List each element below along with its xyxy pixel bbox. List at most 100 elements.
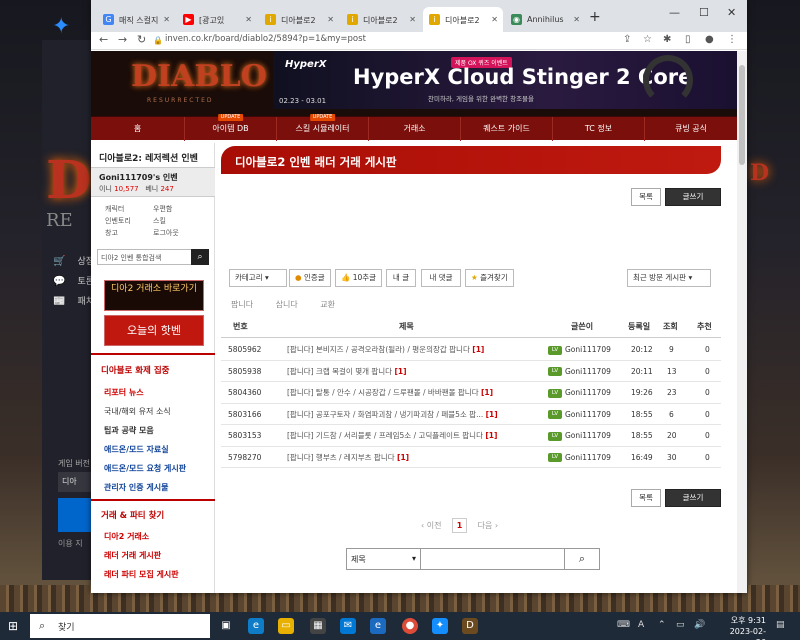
task-view-icon[interactable]: ▣ xyxy=(218,618,234,634)
forward-icon[interactable]: → xyxy=(118,33,127,46)
nav-quest-guide[interactable]: 퀘스트 가이드 xyxy=(460,117,552,141)
link-inventory[interactable]: 인벤토리 xyxy=(105,215,131,227)
new-tab-icon[interactable]: + xyxy=(589,9,601,25)
post-author[interactable]: LV Goni111709 xyxy=(548,361,611,383)
post-title[interactable]: [팝니다] 행부츠 / 레지부츠 팝니다 [1] xyxy=(287,447,543,469)
close-window-icon[interactable]: ✕ xyxy=(727,6,736,19)
sidebar-item-d2-exchange[interactable]: 디아2 거래소 xyxy=(104,531,149,542)
filter-sell[interactable]: 팝니다 xyxy=(231,300,253,309)
battlenet-icon[interactable]: ✦ xyxy=(432,618,448,634)
maximize-icon[interactable]: ☐ xyxy=(699,6,709,19)
link-character[interactable]: 캐릭터 xyxy=(105,203,131,215)
notification-icon[interactable]: ▤ xyxy=(776,620,785,630)
minimize-icon[interactable]: — xyxy=(669,6,680,19)
post-title[interactable]: [팝니다] 본비지즈 / 공격오라참(될라) / 평운의장갑 팝니다 [1] xyxy=(287,339,543,361)
profile-icon[interactable]: ● xyxy=(705,34,714,45)
verified-posts-button[interactable]: ● 인증글 xyxy=(289,269,331,287)
my-posts-button[interactable]: 내 글 xyxy=(386,269,416,287)
windows-start-icon[interactable]: ⊞ xyxy=(8,619,22,633)
user-name[interactable]: Goni111709's 인벤 xyxy=(99,172,178,183)
nav-cube-recipes[interactable]: 큐빙 공식 xyxy=(644,117,737,141)
filter-trade[interactable]: 교환 xyxy=(320,300,335,309)
table-row[interactable]: 5804360 [팝니다] 탈통 / 안수 / 시공장갑 / 드루팬몰 / 바바… xyxy=(221,382,721,404)
lock-icon[interactable]: 🔒 xyxy=(153,36,163,45)
browser-tab-2[interactable]: ▶ [광고있 ✕ xyxy=(177,7,257,32)
list-button-bottom[interactable]: 목록 xyxy=(631,489,661,507)
favorites-button[interactable]: ★ 즐겨찾기 xyxy=(465,269,514,287)
post-author[interactable]: LV Goni111709 xyxy=(548,339,611,361)
nav-home[interactable]: 홈 xyxy=(91,117,184,141)
clock[interactable]: 오후 9:31 2023-02-26 xyxy=(720,615,766,640)
promo-hot-banner[interactable]: 오늘의 핫벤 xyxy=(104,315,204,346)
close-icon[interactable]: ✕ xyxy=(163,15,170,24)
star-icon[interactable]: ☆ xyxy=(643,34,652,45)
sidebar-item-tips[interactable]: 팁과 공략 모음 xyxy=(104,425,154,436)
edge-icon[interactable]: e xyxy=(248,618,264,634)
mail-icon[interactable]: ✉ xyxy=(340,618,356,634)
volume-icon[interactable]: 🔊 xyxy=(694,620,705,630)
play-button[interactable] xyxy=(58,498,92,532)
nav-skill-sim[interactable]: UPDATE 스킬 시뮬레이터 xyxy=(276,114,368,141)
promo-exchange-banner[interactable]: 디아2 거래소 바로가기 xyxy=(104,280,204,311)
ie-icon[interactable]: e xyxy=(370,618,386,634)
write-button[interactable]: 글쓰기 xyxy=(665,188,721,206)
sidepanel-icon[interactable]: ▯ xyxy=(685,34,691,45)
nav-tc-info[interactable]: TC 정보 xyxy=(552,117,644,141)
post-author[interactable]: LV Goni111709 xyxy=(548,382,611,404)
ime-icon[interactable]: A xyxy=(638,620,644,630)
nav-exchange[interactable]: 거래소 xyxy=(368,117,460,141)
sidebar-search-input[interactable]: 디아2 인벤 통합검색 xyxy=(97,249,192,265)
browser-tab-6[interactable]: ◉ Annihilus ✕ xyxy=(505,7,585,32)
scrollbar[interactable] xyxy=(737,51,747,593)
file-explorer-icon[interactable]: ▭ xyxy=(278,618,294,634)
browser-tab-1[interactable]: G 매직 스컬지 ✕ xyxy=(97,7,175,32)
post-author[interactable]: LV Goni111709 xyxy=(548,404,611,426)
sidebar-title[interactable]: 디아블로2: 레저렉션 인벤 xyxy=(99,151,198,164)
browser-tab-4[interactable]: i 디아블로2 ✕ xyxy=(341,7,421,32)
sidebar-item-admin-verified[interactable]: 관리자 인증 게시물 xyxy=(104,482,168,493)
diablo-game-icon[interactable]: D xyxy=(462,618,478,634)
table-row[interactable]: 5805962 [팝니다] 본비지즈 / 공격오라참(될라) / 평운의장갑 팝… xyxy=(221,339,721,361)
taskbar-search-input[interactable]: ⌕ 찾기 xyxy=(30,614,210,638)
store-icon[interactable]: ▦ xyxy=(310,618,326,634)
post-title[interactable]: [팝니다] 공포구토자 / 화염파괴참 / 냉기파괴참 / 페블5소 팝... … xyxy=(287,404,543,426)
write-button-bottom[interactable]: 글쓰기 xyxy=(665,489,721,507)
sidebar-item-reporter-news[interactable]: 리포터 뉴스 xyxy=(104,387,144,398)
board-search-input[interactable] xyxy=(420,548,565,570)
category-select[interactable]: 카테고리 ▾ xyxy=(229,269,287,287)
sidebar-item-ladder-party[interactable]: 래더 파티 모집 게시판 xyxy=(104,569,179,580)
my-comments-button[interactable]: 내 댓글 xyxy=(421,269,461,287)
game-version-select[interactable]: 디아 xyxy=(58,472,92,492)
sidebar-item-user-news[interactable]: 국내/해외 유저 소식 xyxy=(104,406,171,417)
tray-up-icon[interactable]: ⌃ xyxy=(658,620,666,630)
reload-icon[interactable]: ↻ xyxy=(137,33,146,46)
close-icon[interactable]: ✕ xyxy=(491,15,498,24)
list-button[interactable]: 목록 xyxy=(631,188,661,206)
close-icon[interactable]: ✕ xyxy=(245,15,252,24)
share-icon[interactable]: ⇪ xyxy=(623,34,631,45)
hyperx-banner[interactable]: HyperX 제품 OX 퀴즈 이벤트 HyperX Cloud Stinger… xyxy=(273,51,737,109)
extensions-icon[interactable]: ✱ xyxy=(663,34,671,45)
close-icon[interactable]: ✕ xyxy=(409,15,416,24)
browser-tab-3[interactable]: i 디아블로2 ✕ xyxy=(259,7,339,32)
post-author[interactable]: LV Goni111709 xyxy=(548,447,611,469)
table-row[interactable]: 5805938 [팝니다] 크랩 목걸이 몇개 팝니다 [1] LV Goni11… xyxy=(221,361,721,383)
filter-buy[interactable]: 삽니다 xyxy=(276,300,298,309)
network-icon[interactable]: ▭ xyxy=(676,620,685,630)
link-stash[interactable]: 창고 xyxy=(105,227,131,239)
back-icon[interactable]: ← xyxy=(99,33,108,46)
ten-recommend-button[interactable]: 👍 10추글 xyxy=(335,269,383,287)
diablo-logo[interactable]: DIABLO xyxy=(131,59,267,94)
close-icon[interactable]: ✕ xyxy=(573,15,580,24)
table-row[interactable]: 5803153 [팝니다] 기드참 / 서리블롯 / 프레임5소 / 고딕플레이… xyxy=(221,425,721,447)
table-row[interactable]: 5798270 [팝니다] 행부츠 / 레지부츠 팝니다 [1] LV Goni1… xyxy=(221,447,721,469)
keyboard-icon[interactable]: ⌨ xyxy=(617,620,630,630)
sidebar-item-ladder-trade[interactable]: 래더 거래 게시판 xyxy=(104,550,161,561)
nav-item-db[interactable]: UPDATE 아이템 DB xyxy=(184,114,276,141)
post-title[interactable]: [팝니다] 크랩 목걸이 몇개 팝니다 [1] xyxy=(287,361,543,383)
post-author[interactable]: LV Goni111709 xyxy=(548,425,611,447)
board-search-field-select[interactable]: 제목 ▾ xyxy=(346,548,421,570)
link-skill[interactable]: 스킬 xyxy=(153,215,179,227)
scrollbar-thumb[interactable] xyxy=(739,65,745,165)
search-icon[interactable]: ⌕ xyxy=(564,548,600,570)
